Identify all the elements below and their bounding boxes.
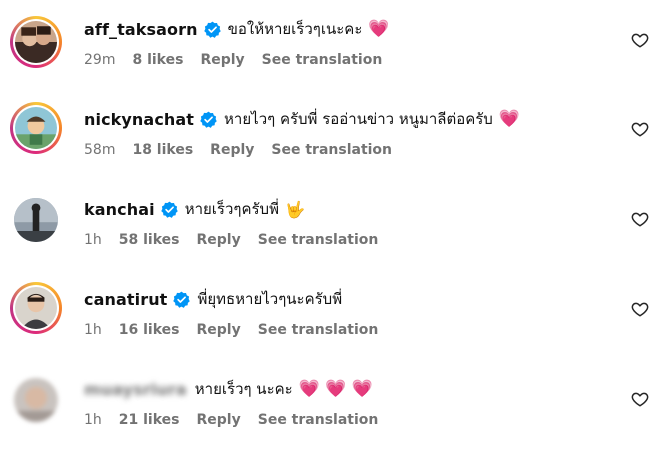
reply-button[interactable]: Reply	[210, 142, 254, 158]
verified-badge-icon	[200, 111, 217, 128]
heart-outline-icon	[631, 302, 649, 317]
timestamp[interactable]: 29m	[84, 52, 115, 68]
comment-text: พี่ยุทธหายไวๆนะครับพี่	[197, 290, 343, 308]
comment-item: canatirut พี่ยุทธหายไวๆนะครับพี่ 1h 16 l…	[0, 282, 655, 366]
like-button[interactable]	[631, 300, 649, 318]
reply-button[interactable]: Reply	[197, 322, 241, 338]
see-translation-link[interactable]: See translation	[262, 52, 383, 68]
comment-body: muaysriura หายเร็วๆ นะคะ 💗 💗 💗	[84, 376, 373, 402]
heart-outline-icon	[631, 392, 649, 407]
comment-text: ขอให้หายเร็วๆเนะคะ	[227, 20, 363, 38]
see-translation-link[interactable]: See translation	[258, 322, 379, 338]
verified-badge-icon	[203, 21, 221, 38]
avatar[interactable]	[10, 282, 62, 334]
see-translation-link[interactable]: See translation	[271, 142, 392, 158]
verified-badge-icon	[160, 201, 178, 218]
timestamp[interactable]: 1h	[84, 412, 102, 428]
comment-item: kanchai หายเร็วๆครับพี่ 🤟 1h 58 likes Re…	[0, 196, 655, 276]
like-button[interactable]	[631, 210, 649, 228]
heart-outline-icon	[631, 212, 649, 227]
comment-body: kanchai หายเร็วๆครับพี่ 🤟	[84, 196, 305, 222]
username[interactable]: kanchai	[84, 200, 155, 219]
comment-text: หายเร็วๆครับพี่	[184, 200, 279, 218]
avatar[interactable]	[10, 102, 62, 154]
comment-body: aff_taksaorn ขอให้หายเร็วๆเนะคะ 💗	[84, 16, 390, 42]
timestamp[interactable]: 1h	[84, 232, 102, 248]
see-translation-link[interactable]: See translation	[258, 412, 379, 428]
like-button[interactable]	[631, 120, 649, 138]
verified-badge-icon	[173, 291, 191, 308]
likes-count[interactable]: 18 likes	[132, 142, 193, 158]
comment-text: หายไวๆ ครับพี่ รออ่านข่าว หนูมาลีต่อครับ	[224, 110, 493, 128]
reply-button[interactable]: Reply	[200, 52, 244, 68]
comment-body: canatirut พี่ยุทธหายไวๆนะครับพี่	[84, 286, 342, 312]
comment-text: หายเร็วๆ นะคะ	[194, 380, 293, 398]
heart-emoji: 💗	[368, 19, 390, 39]
comment-body: nickynachat หายไวๆ ครับพี่ รออ่านข่าว หน…	[84, 106, 520, 132]
comment-meta: 1h 58 likes Reply See translation	[84, 232, 395, 248]
avatar[interactable]	[10, 16, 62, 68]
avatar[interactable]	[14, 198, 58, 242]
timestamp[interactable]: 58m	[84, 142, 115, 158]
comment-item: muaysriura หายเร็วๆ นะคะ 💗 💗 💗 1h 21 lik…	[0, 376, 655, 456]
like-button[interactable]	[631, 31, 649, 49]
username[interactable]: nickynachat	[84, 110, 194, 129]
heart-outline-icon	[631, 122, 649, 137]
reply-button[interactable]: Reply	[197, 232, 241, 248]
timestamp[interactable]: 1h	[84, 322, 102, 338]
username[interactable]: muaysriura	[84, 380, 187, 399]
heart-outline-icon	[631, 33, 649, 48]
avatar[interactable]	[14, 378, 58, 422]
like-button[interactable]	[631, 390, 649, 408]
reply-button[interactable]: Reply	[197, 412, 241, 428]
likes-count[interactable]: 8 likes	[132, 52, 183, 68]
comment-meta: 29m 8 likes Reply See translation	[84, 52, 399, 68]
comment-item: nickynachat หายไวๆ ครับพี่ รออ่านข่าว หน…	[0, 102, 655, 186]
comment-meta: 1h 16 likes Reply See translation	[84, 322, 395, 338]
heart-emoji: 💗 💗 💗	[298, 379, 374, 399]
love-you-gesture-emoji: 🤟	[284, 199, 305, 219]
likes-count[interactable]: 21 likes	[119, 412, 180, 428]
likes-count[interactable]: 58 likes	[119, 232, 180, 248]
comment-item: aff_taksaorn ขอให้หายเร็วๆเนะคะ 💗 29m 8 …	[0, 16, 655, 96]
username[interactable]: canatirut	[84, 290, 167, 309]
username[interactable]: aff_taksaorn	[84, 20, 198, 39]
heart-emoji: 💗	[498, 109, 521, 129]
comment-meta: 1h 21 likes Reply See translation	[84, 412, 395, 428]
likes-count[interactable]: 16 likes	[119, 322, 180, 338]
comment-meta: 58m 18 likes Reply See translation	[84, 142, 409, 158]
see-translation-link[interactable]: See translation	[258, 232, 379, 248]
